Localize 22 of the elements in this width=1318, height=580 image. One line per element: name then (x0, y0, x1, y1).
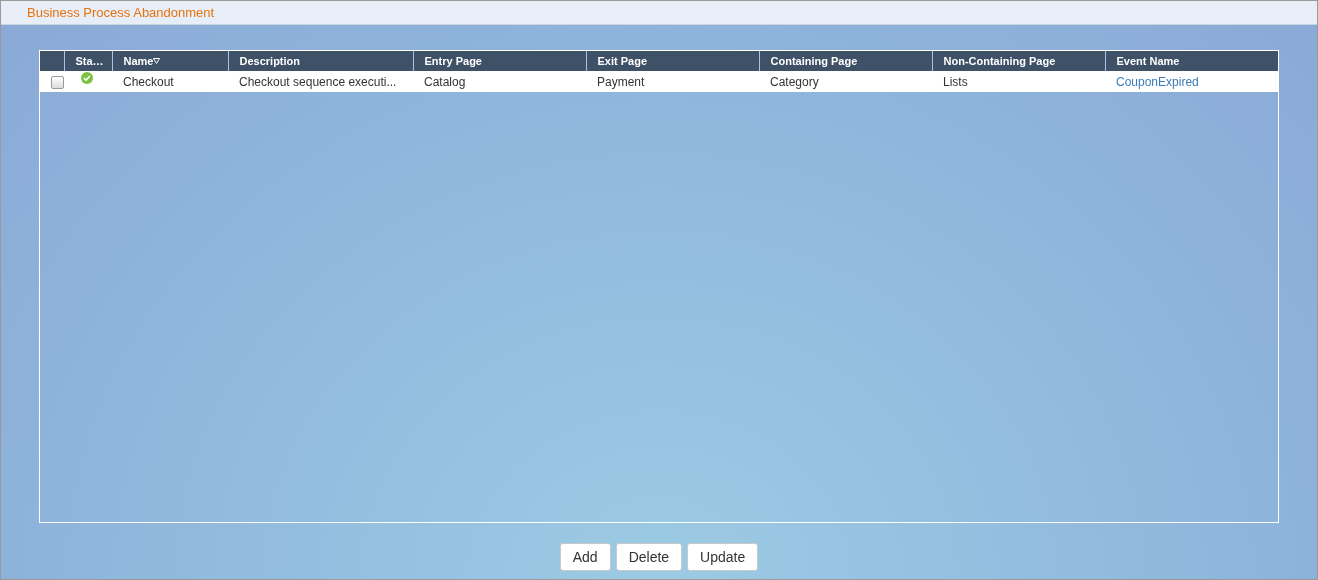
column-header[interactable]: Sta… (64, 51, 112, 71)
panel-title: Business Process Abandonment (27, 5, 215, 20)
column-header[interactable]: Entry Page (413, 51, 586, 71)
table-cell: Catalog (413, 71, 586, 92)
table-cell: Checkout sequence executi... (228, 71, 413, 92)
table-cell: Checkout (112, 71, 228, 92)
column-header[interactable]: Non-Containing Page (932, 51, 1105, 71)
sort-icon (153, 58, 161, 64)
event-link[interactable]: CouponExpired (1105, 71, 1278, 92)
action-button[interactable]: Delete (615, 543, 683, 571)
column-header[interactable]: Event Name (1105, 51, 1278, 71)
action-button[interactable]: Update (687, 543, 759, 571)
table-cell: Payment (586, 71, 759, 92)
action-button[interactable]: Add (559, 543, 611, 571)
column-header[interactable]: Description (228, 51, 413, 71)
header-cell (40, 51, 64, 71)
row-checkbox[interactable] (51, 75, 64, 89)
table-cell: Lists (932, 71, 1105, 92)
column-header[interactable]: Exit Page (586, 51, 759, 71)
column-header[interactable]: Containing Page (759, 51, 932, 71)
column-header[interactable]: Name (112, 51, 228, 71)
table-cell: Category (759, 71, 932, 92)
